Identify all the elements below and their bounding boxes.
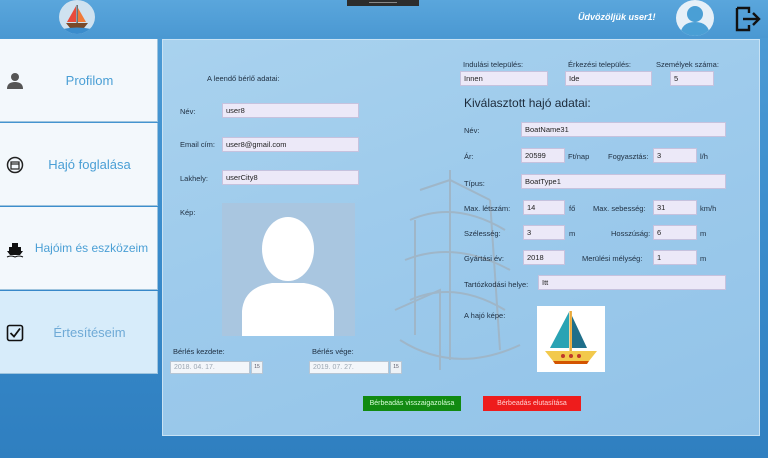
window-drag-handle[interactable]	[347, 0, 419, 6]
draft-field[interactable]: 1	[653, 250, 697, 265]
maxpeople-field[interactable]: 14	[523, 200, 565, 215]
renter-name-field[interactable]: user8	[222, 103, 359, 118]
user-avatar-icon[interactable]	[676, 0, 714, 36]
departure-label: Indulási település:	[463, 60, 524, 69]
location-label: Tartózkodási helye:	[464, 280, 529, 289]
rental-end-label: Bérlés vége:	[312, 347, 354, 356]
welcome-text: Üdvözöljük user1!	[578, 12, 656, 22]
persons-field[interactable]: 5	[670, 71, 714, 86]
maxspeed-label: Max. sebesség:	[593, 204, 646, 213]
width-label: Szélesség:	[464, 229, 501, 238]
sidebar-item-book-boat[interactable]: Hajó foglalása	[0, 123, 158, 206]
draft-unit: m	[700, 254, 707, 263]
consumption-label: Fogyasztás:	[608, 152, 649, 161]
boat-image	[537, 306, 605, 372]
rental-start-label: Bérlés kezdete:	[173, 347, 225, 356]
persons-label: Személyek száma:	[656, 60, 719, 69]
sidebar: Profilom Hajó foglalása Hajóim és eszköz…	[0, 39, 158, 376]
type-label: Típus:	[464, 179, 485, 188]
boat-name-field[interactable]: BoatName31	[521, 122, 726, 137]
sidebar-item-label: Hajó foglalása	[48, 156, 131, 172]
renter-photo-label: Kép:	[180, 208, 196, 217]
consumption-unit: l/h	[700, 152, 708, 161]
renter-photo	[222, 203, 355, 336]
sidebar-item-label: Értesítéseim	[53, 324, 126, 340]
logout-icon[interactable]	[734, 6, 762, 32]
calendar-icon[interactable]: 15	[390, 361, 402, 374]
confirm-rental-button[interactable]: Bérbeadás visszaigazolása	[363, 396, 461, 411]
maxpeople-unit: fő	[569, 204, 576, 213]
sidebar-item-profile[interactable]: Profilom	[0, 39, 158, 122]
renter-name-label: Név:	[180, 107, 196, 116]
renter-address-label: Lakhely:	[180, 174, 208, 183]
width-unit: m	[569, 229, 576, 238]
renter-email-field[interactable]: user8@gmail.com	[222, 137, 359, 152]
sailboat-icon	[545, 311, 597, 364]
ship-watermark-icon	[394, 170, 521, 370]
calendar-icon[interactable]: 15	[251, 361, 263, 374]
location-field[interactable]: Itt	[538, 275, 726, 290]
year-label: Gyártási év:	[464, 254, 505, 263]
boat-name-label: Név:	[464, 126, 480, 135]
length-label: Hosszúság:	[611, 229, 651, 238]
reject-rental-button[interactable]: Bérbeadás elutasítása	[483, 396, 581, 411]
renter-heading: A leendő bérlő adatai:	[207, 74, 280, 83]
sidebar-item-my-boats[interactable]: Hajóim és eszközeim	[0, 207, 158, 290]
price-field[interactable]: 20599	[521, 148, 565, 163]
user-silhouette-icon	[242, 217, 334, 336]
boat-logo-icon	[59, 0, 95, 34]
price-unit: Ft/nap	[568, 152, 590, 161]
rental-end-date[interactable]: 2019. 07. 27.	[309, 361, 389, 374]
rental-start-date[interactable]: 2018. 04. 17.	[170, 361, 250, 374]
maxpeople-label: Max. létszám:	[464, 204, 511, 213]
departure-field[interactable]: Innen	[460, 71, 548, 86]
notification-detail-panel: A leendő bérlő adatai: Név: user8 Email …	[162, 39, 760, 436]
consumption-field[interactable]: 3	[653, 148, 697, 163]
maxspeed-unit: km/h	[700, 204, 717, 213]
length-field[interactable]: 6	[653, 225, 697, 240]
draft-label: Merülési mélység:	[582, 254, 643, 263]
boat-image-label: A hajó képe:	[464, 311, 506, 320]
price-label: Ár:	[464, 152, 474, 161]
arrival-field[interactable]: Ide	[565, 71, 652, 86]
maxspeed-field[interactable]: 31	[653, 200, 697, 215]
type-field[interactable]: BoatType1	[521, 174, 726, 189]
boat-section-title: Kiválasztott hajó adatai:	[464, 96, 591, 110]
year-field[interactable]: 2018	[523, 250, 565, 265]
renter-address-field[interactable]: userCity8	[222, 170, 359, 185]
sidebar-item-label: Profilom	[65, 72, 114, 88]
length-unit: m	[700, 229, 707, 238]
renter-email-label: Email cím:	[180, 140, 216, 149]
width-field[interactable]: 3	[523, 225, 565, 240]
ship-icon	[6, 240, 24, 258]
arrival-label: Érkezési település:	[568, 60, 631, 69]
sidebar-item-label: Hajóim és eszközeim	[34, 241, 149, 255]
sidebar-item-notifications[interactable]: Értesítéseim	[0, 291, 158, 374]
